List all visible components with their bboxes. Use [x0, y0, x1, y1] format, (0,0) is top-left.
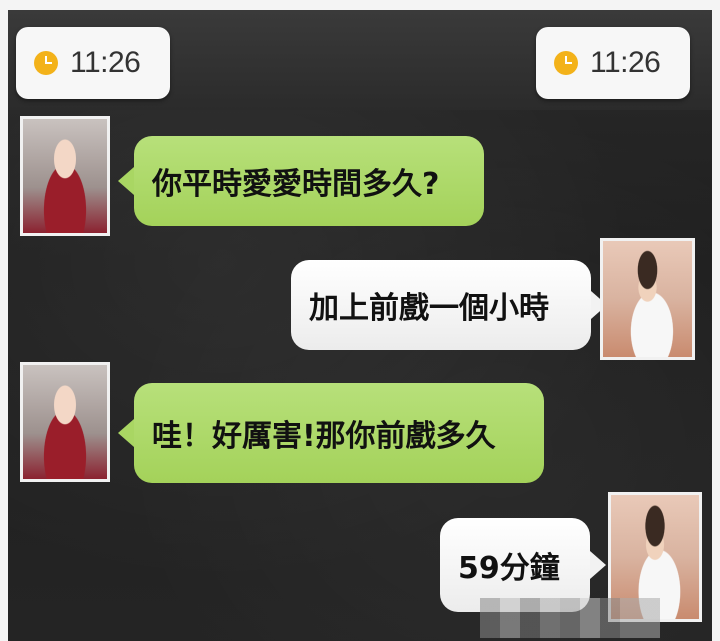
time-text-right: 11:26 — [590, 46, 661, 79]
message-text: 59分鐘 — [458, 551, 560, 586]
message-text: 你平時愛愛時間多久? — [152, 167, 440, 202]
avatar-her[interactable] — [20, 362, 110, 482]
clock-icon — [554, 51, 578, 75]
message-bubble-her[interactable]: 哇！好厲害!那你前戲多久 — [118, 383, 544, 483]
message-text: 哇！好厲害!那你前戲多久 — [152, 419, 496, 454]
time-badge-right: 11:26 — [536, 27, 690, 99]
pixelated-watermark — [480, 598, 660, 638]
message-text: 加上前戲一個小時 — [309, 291, 549, 326]
message-bubble-her[interactable]: 你平時愛愛時間多久? — [118, 136, 484, 226]
avatar-her[interactable] — [20, 116, 110, 236]
avatar-him[interactable] — [600, 238, 695, 360]
time-badge-left: 11:26 — [16, 27, 170, 99]
chat-screen: 11:26 11:26 你平時愛愛時間多久? 加上前戲一個小時 哇！好厲害!那你… — [8, 10, 712, 641]
clock-icon — [34, 51, 58, 75]
time-text-left: 11:26 — [70, 46, 141, 79]
message-bubble-him[interactable]: 加上前戲一個小時 — [291, 260, 607, 350]
